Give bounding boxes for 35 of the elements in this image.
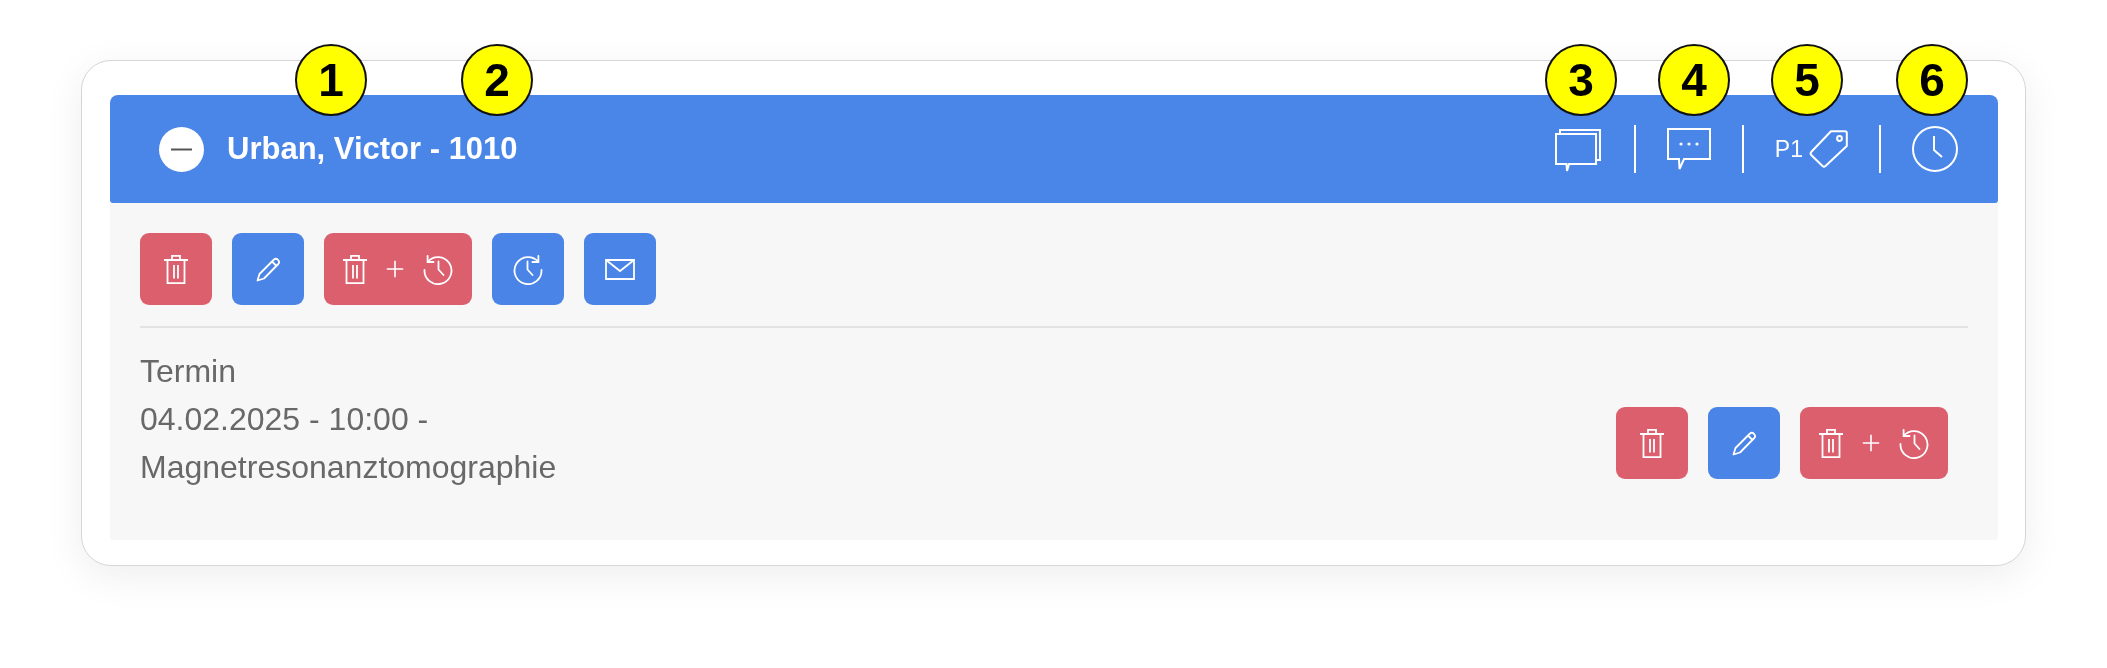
tag-icon[interactable] xyxy=(1809,130,1848,168)
reschedule-button[interactable] xyxy=(492,233,564,305)
plus-icon xyxy=(1862,434,1880,452)
pencil-icon xyxy=(255,256,281,282)
clock-icon[interactable] xyxy=(1912,126,1958,172)
callout-marker: 4 xyxy=(1658,44,1730,116)
minus-circle-icon[interactable] xyxy=(159,126,204,172)
trash-icon xyxy=(1818,427,1844,459)
priority-label: P1 xyxy=(1774,135,1803,163)
plus-icon xyxy=(386,260,404,278)
callout-marker: 1 xyxy=(295,44,367,116)
callout-marker: 6 xyxy=(1896,44,1968,116)
envelope-icon xyxy=(605,258,635,280)
callout-marker: 3 xyxy=(1545,44,1617,116)
clock-arrow-icon xyxy=(512,253,544,285)
comments-icon[interactable] xyxy=(1554,126,1603,172)
trash-icon xyxy=(342,253,368,285)
delete-button[interactable] xyxy=(1616,407,1688,479)
history-icon xyxy=(1898,427,1930,459)
pencil-icon xyxy=(1731,430,1757,456)
edit-button[interactable] xyxy=(232,233,304,305)
appointment-label: Termin xyxy=(140,352,237,391)
patient-title: Urban, Victor - 1010 xyxy=(227,131,518,167)
delete-button[interactable] xyxy=(140,233,212,305)
callout-marker: 2 xyxy=(461,44,533,116)
trash-icon xyxy=(163,253,189,285)
mail-button[interactable] xyxy=(584,233,656,305)
appointment-details: 04.02.2025 - 10:00 - Magnetresonanztomographie xyxy=(140,400,558,487)
delete-history-button[interactable] xyxy=(324,233,472,305)
history-icon xyxy=(422,253,454,285)
delete-history-button[interactable] xyxy=(1800,407,1948,479)
edit-button[interactable] xyxy=(1708,407,1780,479)
callout-marker: 5 xyxy=(1771,44,1843,116)
comment-dots-icon[interactable] xyxy=(1666,128,1711,170)
trash-icon xyxy=(1639,427,1665,459)
